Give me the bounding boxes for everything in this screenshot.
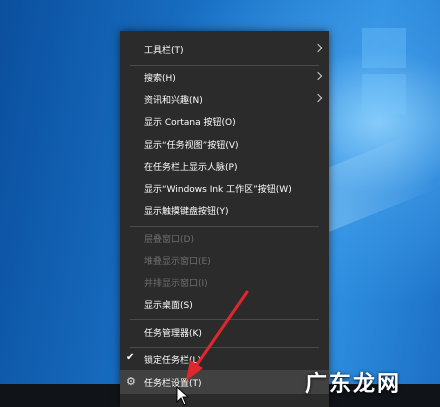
- menu-item-toolbars[interactable]: 工具栏(T): [120, 37, 329, 61]
- menu-item-cascade-windows: 层叠窗口(D): [120, 226, 329, 250]
- menu-item-show-task-view[interactable]: 显示“任务视图”按钮(V): [120, 132, 329, 156]
- menu-item-label: 堆叠显示窗口(E): [144, 256, 211, 267]
- menu-item-label: 显示桌面(S): [144, 300, 193, 311]
- windows-logo-pane-bottom: [362, 74, 406, 114]
- menu-item-label: 并排显示窗口(I): [144, 278, 208, 289]
- menu-item-label: 任务管理器(K): [144, 328, 202, 339]
- menu-item-label: 层叠窗口(D): [144, 234, 194, 245]
- menu-item-stacked-windows: 堆叠显示窗口(E): [120, 248, 329, 272]
- menu-item-label: 工具栏(T): [144, 45, 184, 56]
- watermark-text: 广东龙网: [305, 372, 402, 397]
- menu-item-show-desktop[interactable]: 显示桌面(S): [120, 292, 329, 316]
- menu-item-side-by-side: 并排显示窗口(I): [120, 270, 329, 294]
- menu-item-show-touch-keyboard[interactable]: 显示触摸键盘按钮(Y): [120, 198, 329, 222]
- menu-item-label: 锁定任务栏(L): [144, 355, 202, 366]
- menu-item-taskbar-settings[interactable]: ⚙ 任务栏设置(T): [120, 370, 329, 394]
- checkmark-icon: ✔: [126, 352, 135, 363]
- chevron-right-icon: [313, 71, 323, 81]
- menu-item-lock-taskbar[interactable]: ✔ 锁定任务栏(L): [120, 347, 329, 371]
- taskbar-context-menu: 工具栏(T) 搜索(H) 资讯和兴趣(N) 显示 Cortana 按钮(O) 显…: [120, 31, 329, 407]
- menu-item-label: 在任务栏上显示人脉(P): [144, 162, 238, 173]
- chevron-right-icon: [313, 43, 323, 53]
- menu-item-label: 显示“Windows Ink 工作区”按钮(W): [144, 184, 292, 195]
- menu-item-news-interests[interactable]: 资讯和兴趣(N): [120, 87, 329, 111]
- menu-item-search[interactable]: 搜索(H): [120, 65, 329, 89]
- menu-item-label: 显示 Cortana 按钮(O): [144, 117, 236, 128]
- menu-item-show-people[interactable]: 在任务栏上显示人脉(P): [120, 154, 329, 178]
- menu-item-label: 资讯和兴趣(N): [144, 95, 203, 106]
- menu-item-label: 显示“任务视图”按钮(V): [144, 140, 239, 151]
- menu-item-label: 任务栏设置(T): [144, 378, 202, 389]
- menu-item-show-cortana[interactable]: 显示 Cortana 按钮(O): [120, 109, 329, 133]
- windows-logo-pane-top: [362, 28, 406, 68]
- menu-item-label: 显示触摸键盘按钮(Y): [144, 206, 229, 217]
- menu-item-label: 搜索(H): [144, 73, 176, 84]
- menu-item-task-manager[interactable]: 任务管理器(K): [120, 320, 329, 344]
- gear-icon: ⚙: [126, 375, 136, 388]
- menu-item-show-windows-ink[interactable]: 显示“Windows Ink 工作区”按钮(W): [120, 176, 329, 200]
- chevron-right-icon: [313, 93, 323, 103]
- mouse-cursor-icon: [176, 386, 190, 406]
